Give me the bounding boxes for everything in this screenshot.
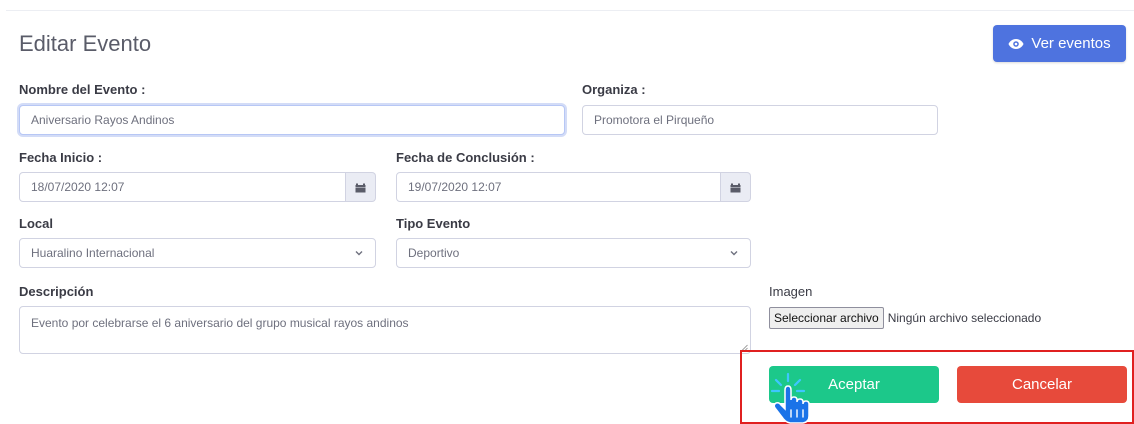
event-name-input[interactable]: Aniversario Rayos Andinos: [19, 105, 565, 135]
view-events-button[interactable]: Ver eventos: [993, 25, 1126, 62]
description-text: Evento por celebrarse el 6 aniversario d…: [31, 316, 409, 330]
start-date-calendar-button[interactable]: [346, 172, 376, 202]
organizer-input[interactable]: Promotora el Pirqueño: [582, 105, 938, 135]
cancel-button[interactable]: Cancelar: [957, 366, 1127, 403]
venue-select[interactable]: Huaralino Internacional: [19, 238, 376, 268]
start-date-label: Fecha Inicio :: [19, 150, 103, 165]
end-date-calendar-button[interactable]: [721, 172, 751, 202]
calendar-icon: [730, 183, 741, 192]
calendar-icon: [355, 183, 366, 192]
file-status-text: Ningún archivo seleccionado: [887, 311, 1042, 325]
image-label: Imagen: [769, 284, 813, 299]
description-textarea[interactable]: Evento por celebrarse el 6 aniversario d…: [19, 306, 751, 354]
event-type-label: Tipo Evento: [396, 216, 471, 231]
choose-file-button[interactable]: Seleccionar archivo: [769, 307, 884, 329]
event-type-select-value: Deportivo: [408, 246, 460, 260]
chevron-down-icon: [355, 251, 363, 256]
image-file-input[interactable]: Seleccionar archivo Ningún archivo selec…: [769, 307, 1041, 329]
view-events-label: Ver eventos: [1031, 35, 1111, 52]
end-date-input[interactable]: 19/07/2020 12:07: [396, 172, 721, 202]
chevron-down-icon: [730, 251, 738, 256]
organizer-label: Organiza :: [582, 82, 646, 97]
page-title: Editar Evento: [19, 31, 152, 56]
event-name-label: Nombre del Evento :: [19, 82, 146, 97]
event-type-select[interactable]: Deportivo: [396, 238, 751, 268]
start-date-input[interactable]: 18/07/2020 12:07: [19, 172, 346, 202]
venue-select-value: Huaralino Internacional: [31, 246, 155, 260]
end-date-label: Fecha de Conclusión :: [396, 150, 535, 165]
venue-label: Local: [19, 216, 53, 231]
description-label: Descripción: [19, 284, 94, 299]
eye-icon: [1008, 38, 1024, 49]
click-pointer-icon: [770, 372, 810, 424]
